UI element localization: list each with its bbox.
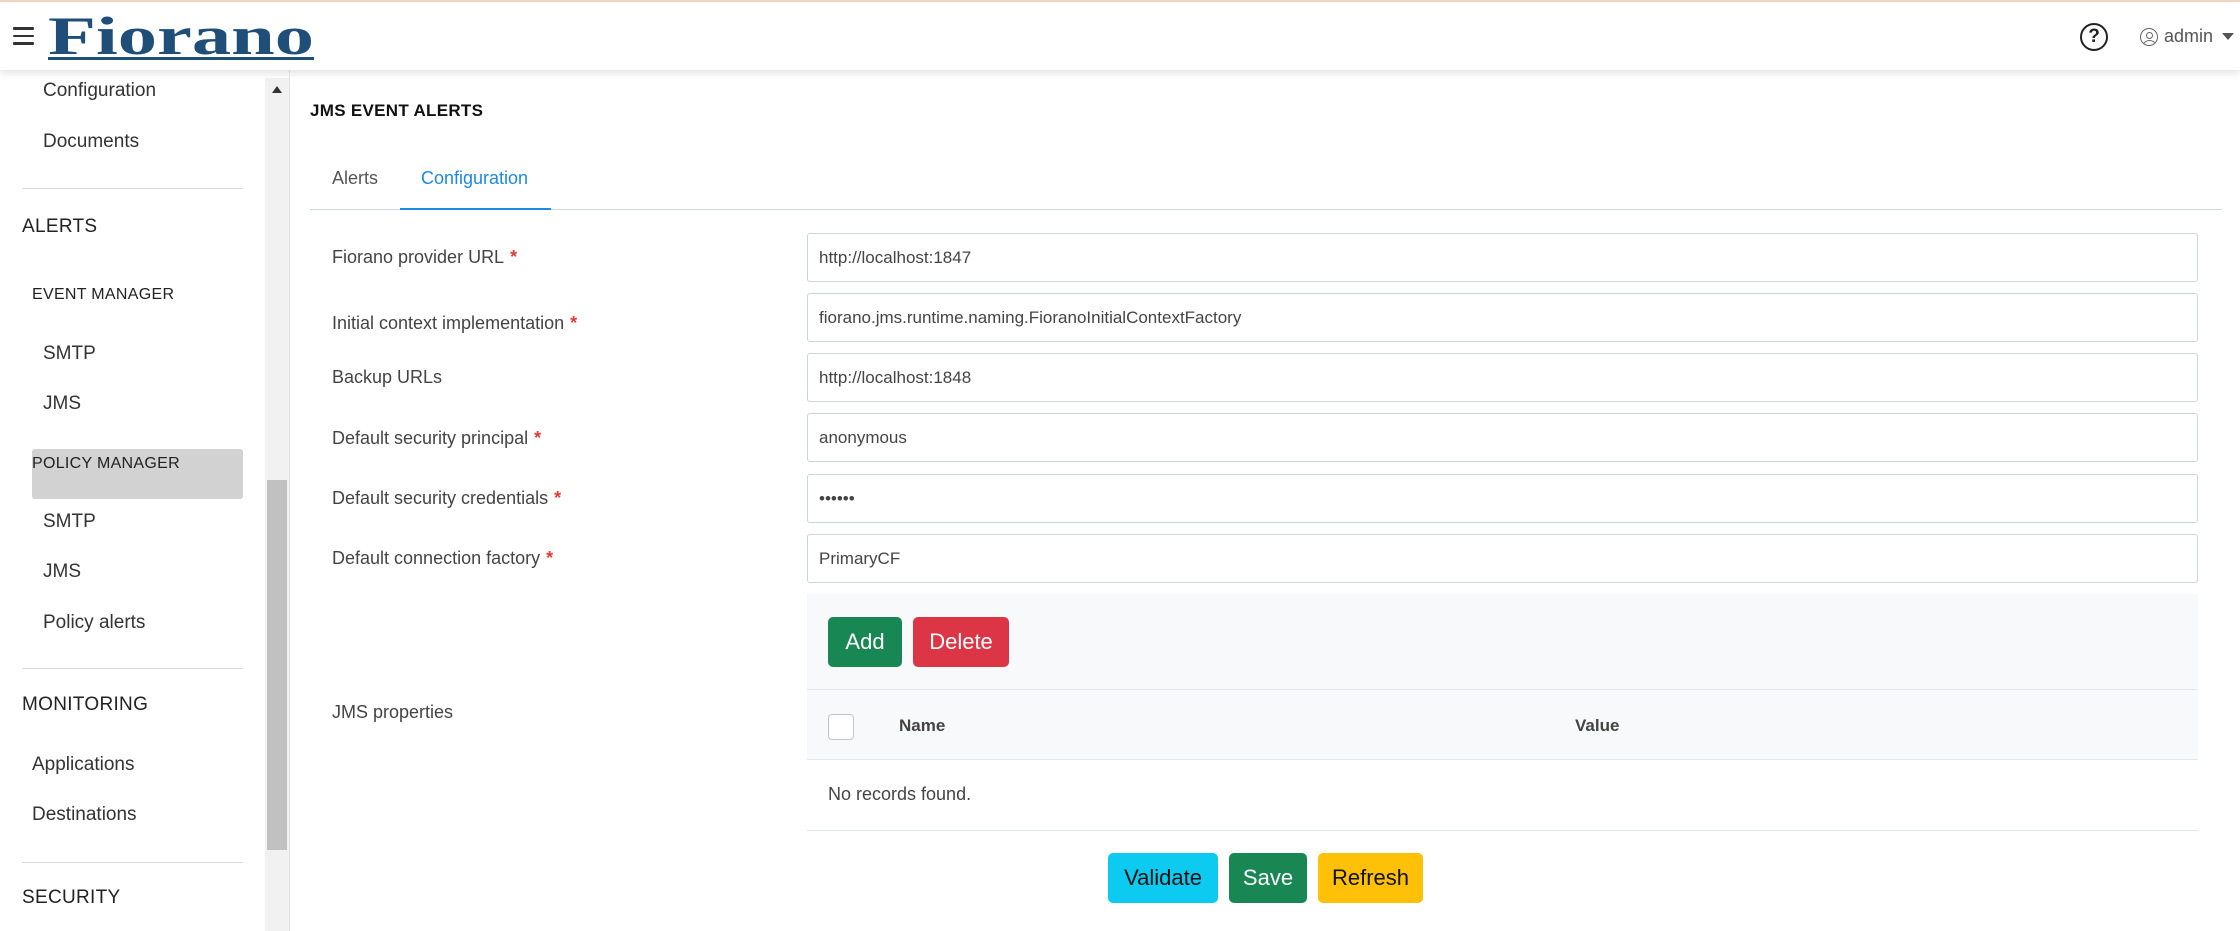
- sidebar-item-em-jms[interactable]: JMS: [43, 393, 81, 415]
- add-property-button[interactable]: Add: [828, 617, 902, 667]
- provider-url-label: Fiorano provider URL *: [332, 247, 518, 267]
- initial-context-input[interactable]: [807, 293, 2198, 342]
- jms-properties-table: Add Delete Name Value No records found.: [807, 594, 2198, 831]
- column-header-value[interactable]: Value: [1575, 716, 1619, 736]
- sidebar-heading-security: SECURITY: [22, 887, 121, 908]
- fiorano-logo[interactable]: Fiorano: [46, 10, 322, 62]
- user-menu[interactable]: admin: [2140, 26, 2235, 47]
- sidebar-divider: [22, 188, 243, 189]
- select-all-checkbox[interactable]: [828, 714, 854, 740]
- sidebar-divider: [22, 862, 243, 863]
- page-title: JMS EVENT ALERTS: [310, 101, 484, 120]
- validate-button[interactable]: Validate: [1108, 853, 1218, 903]
- initial-context-label: Initial context implementation *: [332, 313, 578, 333]
- security-credentials-input[interactable]: [807, 474, 2198, 523]
- sidebar: [0, 70, 265, 931]
- hamburger-icon[interactable]: [13, 27, 34, 45]
- sidebar-scrollbar[interactable]: [265, 78, 289, 931]
- table-header: Name Value: [807, 690, 2198, 760]
- sidebar-subheading-policy-manager: POLICY MANAGER: [32, 455, 180, 472]
- sidebar-subheading-event-manager: EVENT MANAGER: [32, 286, 175, 303]
- provider-url-input[interactable]: [807, 233, 2198, 282]
- app-header: Fiorano ? admin: [0, 2, 2240, 70]
- sidebar-item-policy-alerts[interactable]: Policy alerts: [43, 612, 145, 634]
- delete-property-button[interactable]: Delete: [913, 617, 1009, 667]
- tab-configuration[interactable]: Configuration: [421, 168, 528, 189]
- save-button[interactable]: Save: [1229, 853, 1307, 903]
- help-icon[interactable]: ?: [2080, 23, 2108, 51]
- active-tab-indicator: [400, 208, 551, 210]
- sidebar-heading-monitoring: MONITORING: [22, 694, 149, 715]
- tab-alerts[interactable]: Alerts: [332, 168, 378, 189]
- sidebar-item-em-smtp[interactable]: SMTP: [43, 343, 96, 365]
- user-name: admin: [2164, 26, 2214, 46]
- sidebar-heading-alerts: ALERTS: [22, 216, 98, 237]
- sidebar-item-pm-jms[interactable]: JMS: [43, 561, 81, 583]
- scroll-up-arrow-icon[interactable]: [272, 86, 282, 93]
- jms-properties-toolbar: Add Delete: [807, 594, 2198, 690]
- refresh-button[interactable]: Refresh: [1318, 853, 1423, 903]
- sidebar-divider: [22, 668, 243, 669]
- sidebar-item-pm-smtp[interactable]: SMTP: [43, 511, 96, 533]
- sidebar-item-configuration[interactable]: Configuration: [43, 80, 156, 102]
- scrollbar-thumb[interactable]: [267, 480, 287, 850]
- svg-text:Fiorano: Fiorano: [48, 10, 314, 62]
- connection-factory-input[interactable]: [807, 534, 2198, 583]
- column-header-name[interactable]: Name: [899, 716, 945, 736]
- sidebar-item-destinations[interactable]: Destinations: [32, 804, 137, 826]
- security-credentials-label: Default security credentials *: [332, 488, 562, 508]
- table-row: No records found.: [807, 760, 2198, 831]
- caret-down-icon: [2222, 33, 2235, 40]
- empty-message: No records found.: [828, 784, 972, 804]
- connection-factory-label: Default connection factory *: [332, 548, 554, 568]
- sidebar-item-applications[interactable]: Applications: [32, 754, 134, 776]
- sidebar-border: [289, 70, 290, 931]
- backup-urls-label: Backup URLs: [332, 367, 443, 387]
- jms-properties-label: JMS properties: [332, 702, 454, 722]
- backup-urls-input[interactable]: [807, 353, 2198, 402]
- tabs-divider: [310, 209, 2222, 210]
- user-circle-icon: [2140, 27, 2158, 46]
- security-principal-input[interactable]: [807, 413, 2198, 462]
- sidebar-item-documents[interactable]: Documents: [43, 131, 139, 153]
- security-principal-label: Default security principal *: [332, 428, 542, 448]
